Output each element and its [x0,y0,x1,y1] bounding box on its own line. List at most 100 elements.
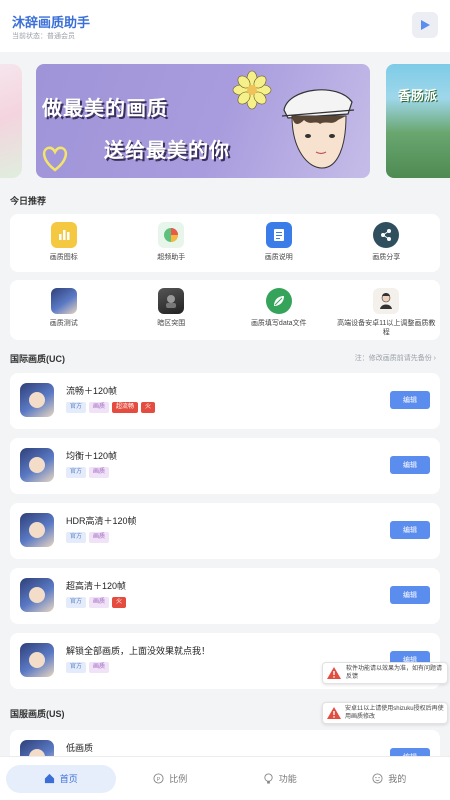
ratio-icon: P [153,773,164,784]
warning-icon [327,707,341,719]
item-title: HDR高清＋120帧 [66,516,137,526]
toast-notification: 安卓11以上请使用shizuku授权后再使用画质修改 [322,702,448,724]
list-item[interactable]: 均衡＋120帧 官方 画质 编辑 [10,438,440,494]
item-tags: 官方 画质 火 [66,597,127,608]
game-thumbnail [20,513,54,547]
chevron-right-icon: › [433,355,436,362]
list-item[interactable]: 超高清＋120帧 官方 画质 火 编辑 [10,568,440,624]
item-title: 超高清＋120帧 [66,581,127,591]
item-tags: 官方 画质 [66,662,110,673]
list-item[interactable]: HDR高清＋120帧 官方 画质 编辑 [10,503,440,559]
banner-headline: 做最美的画质 [42,98,168,120]
banner-next-title: 香肠派 [398,88,438,103]
fire-badge: 火 [112,597,127,608]
leaf-icon [265,288,292,314]
svg-text:P: P [157,777,161,783]
nav-ratio[interactable]: P 比例 [116,765,226,793]
edit-button[interactable]: 编辑 [390,391,430,409]
section-title-recommend: 今日推荐 [10,196,47,206]
game-thumbnail [20,383,54,417]
pie-chart-icon [158,222,185,248]
home-icon [44,773,54,784]
nav-label: 我的 [388,774,407,784]
nav-label: 比例 [169,774,188,784]
item-tags: 官方 画质 [66,467,110,478]
item-tags: 官方 画质 超流畅 火 [66,402,156,413]
app-title: 沐辞画质助手 [12,15,91,30]
recommend-row-2: 画质测试 暗区突围 画质填写data文件 高端设备安卓11以上调整画质教程 [10,280,440,340]
banner-subline: 送给最美的你 [104,140,230,162]
section-title-us: 国服画质(US) [10,709,65,719]
nav-profile[interactable]: 我的 [335,765,445,793]
tag: 超流畅 [112,402,139,413]
tag: 画质 [89,467,110,478]
item-title: 低画质 [66,743,94,753]
banner-main[interactable]: 做最美的画质 送给最美的你 [36,64,370,178]
user-icon [372,773,383,784]
play-button[interactable] [412,12,438,38]
nav-home[interactable]: 首页 [6,764,116,793]
warning-icon [327,667,342,679]
nav-label: 功能 [278,774,297,784]
membership-status: 当前状态：普通会员 [12,33,75,40]
item-title: 流畅＋120帧 [66,386,118,396]
banner-carousel[interactable]: 做最美的画质 送给最美的你 香肠派 [0,58,450,182]
bottom-nav: 首页 P 比例 功能 我的 [0,756,450,800]
tag: 官方 [66,597,87,608]
recommend-label: 高端设备安卓11以上调整画质教程 [337,320,436,337]
flower-icon [232,70,272,110]
item-title: 解锁全部画质，上面没效果就点我！ [66,646,211,656]
toast-text: 安卓11以上请使用shizuku授权后再使用画质修改 [345,706,444,720]
edit-button[interactable]: 编辑 [390,748,430,756]
recommend-item[interactable]: 暗区突围 [118,280,226,340]
bar-chart-icon [50,222,77,248]
play-icon [421,20,430,30]
recommend-label: 画质分享 [372,254,401,261]
game-thumbnail [20,448,54,482]
edit-button[interactable]: 编辑 [390,586,430,604]
recommend-item[interactable]: 高端设备安卓11以上调整画质教程 [333,280,441,340]
edit-button[interactable]: 编辑 [390,456,430,474]
fire-badge: 火 [141,402,156,413]
soldier-avatar-icon [158,288,185,314]
recommend-row-1: 画质图标 超频助手 画质说明 画质分享 [10,214,440,272]
list-item[interactable]: 低画质 编辑 [10,730,440,756]
tag: 官方 [66,467,87,478]
recommend-item[interactable]: 画质图标 [10,214,118,272]
edit-button[interactable]: 编辑 [390,521,430,539]
list-item[interactable]: 流畅＋120帧 官方 画质 超流畅 火 编辑 [10,373,440,429]
recommend-item[interactable]: 画质说明 [225,214,333,272]
recommend-label: 画质图标 [49,254,78,261]
recommend-item[interactable]: 画质填写data文件 [225,280,333,340]
backup-note-text: 注：修改画质前请先备份 [354,355,432,362]
backup-note[interactable]: 注：修改画质前请先备份 › [355,353,436,363]
tag: 画质 [89,597,110,608]
section-title-intl: 国际画质(UC) [10,354,65,364]
tag: 官方 [66,402,87,413]
document-icon [265,222,292,248]
recommend-item[interactable]: 画质测试 [10,280,118,340]
tag: 画质 [89,402,110,413]
recommend-label: 超频助手 [157,254,186,261]
recommend-label: 暗区突围 [157,320,186,327]
banner-prev[interactable] [0,64,22,178]
character-illustration [281,89,355,169]
recommend-item[interactable]: 画质分享 [333,214,441,272]
game-thumbnail [20,643,54,677]
game-avatar-icon [50,288,77,314]
recommend-label: 画质测试 [49,320,78,327]
item-title: 均衡＋120帧 [66,451,118,461]
nav-features[interactable]: 功能 [225,765,335,793]
game-thumbnail [20,740,54,756]
banner-next[interactable]: 香肠派 [386,64,450,178]
heart-icon [42,146,68,172]
recommend-label: 画质填写data文件 [250,320,307,327]
item-tags: 官方 画质 [66,532,110,543]
recommend-label: 画质说明 [264,254,293,261]
tag: 画质 [89,532,110,543]
bulb-icon [264,773,273,784]
recommend-item[interactable]: 超频助手 [118,214,226,272]
app-header: 沐辞画质助手 当前状态：普通会员 [0,0,450,52]
toast-text: 软件功能请以效果为准，如有问题请反馈 [345,666,442,680]
tag: 官方 [66,532,87,543]
